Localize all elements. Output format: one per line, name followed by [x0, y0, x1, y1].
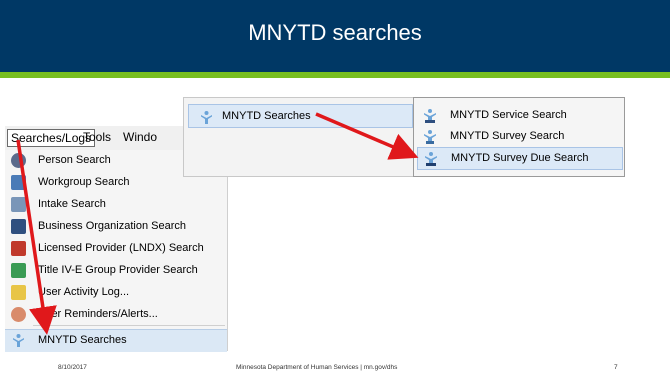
submenu-item-label: MNYTD Service Search [450, 109, 567, 121]
menu-item-label: MNYTD Searches [38, 334, 127, 346]
submenu-parent-mnytd-searches[interactable]: MNYTD Searches [188, 104, 413, 128]
header-stripe [0, 72, 670, 78]
slide-header: MNYTD searches [0, 0, 670, 72]
footer-page-number: 7 [614, 364, 618, 371]
submenu-parent-label: MNYTD Searches [222, 110, 311, 122]
licensed-provider-icon [11, 241, 26, 256]
submenu-item-label: MNYTD Survey Search [450, 130, 565, 142]
intake-icon [11, 197, 26, 212]
menu-item-mnytd-searches[interactable]: MNYTD Searches [5, 329, 227, 352]
reminder-hand-icon [11, 307, 26, 322]
workgroup-icon [11, 175, 26, 190]
menu-separator [33, 325, 225, 326]
slide-footer: 8/10/2017 Minnesota Department of Human … [0, 360, 670, 378]
submenu-parent-panel: MNYTD Searches [183, 97, 415, 177]
submenu-item-label: MNYTD Survey Due Search [451, 152, 589, 164]
menu-item-label: Person Search [38, 154, 111, 166]
menu-item-label: Intake Search [38, 198, 106, 210]
menu-item-label: Licensed Provider (LNDX) Search [38, 242, 204, 254]
menu-searches-logs[interactable]: Searches/Logs [7, 129, 96, 147]
footer-organization: Minnesota Department of Human Services |… [236, 364, 398, 371]
slide-title: MNYTD searches [248, 20, 422, 45]
person-icon [11, 153, 26, 168]
menu-item-intake-search[interactable]: Intake Search [5, 194, 227, 216]
submenu-item-mnytd-survey-search[interactable]: MNYTD Survey Search [417, 126, 621, 147]
menu-item-title-ive-group-provider-search[interactable]: Title IV-E Group Provider Search [5, 260, 227, 282]
slide: MNYTD searches Searches/Logs Tools Windo… [0, 0, 670, 381]
menu-item-label: Title IV-E Group Provider Search [38, 264, 198, 276]
mnytd-person-icon [11, 333, 26, 348]
calendar-icon [11, 285, 26, 300]
menu-item-label: User Reminders/Alerts... [38, 308, 158, 320]
submenu-item-mnytd-service-search[interactable]: MNYTD Service Search [417, 105, 621, 126]
searches-dropdown: Person Search Workgroup Search Intake Se… [5, 150, 228, 352]
menu-item-user-reminders-alerts[interactable]: User Reminders/Alerts... [5, 304, 227, 326]
mnytd-submenu: MNYTD Service Search MNYTD Survey Search… [413, 97, 625, 177]
mnytd-person-icon [199, 110, 214, 130]
menu-item-business-organization-search[interactable]: Business Organization Search [5, 216, 227, 238]
mnytd-survey-due-icon [423, 151, 439, 172]
menu-item-label: Business Organization Search [38, 220, 186, 232]
menu-item-label: Workgroup Search [38, 176, 130, 188]
menu-tools[interactable]: Tools [83, 129, 111, 145]
menu-item-label: User Activity Log... [38, 286, 130, 298]
menu-window[interactable]: Windo [123, 129, 157, 145]
submenu-item-mnytd-survey-due-search[interactable]: MNYTD Survey Due Search [417, 147, 623, 170]
business-organization-icon [11, 219, 26, 234]
menu-item-user-activity-log[interactable]: User Activity Log... [5, 282, 227, 304]
group-provider-icon [11, 263, 26, 278]
footer-date: 8/10/2017 [58, 364, 87, 371]
menu-item-licensed-provider-search[interactable]: Licensed Provider (LNDX) Search [5, 238, 227, 260]
